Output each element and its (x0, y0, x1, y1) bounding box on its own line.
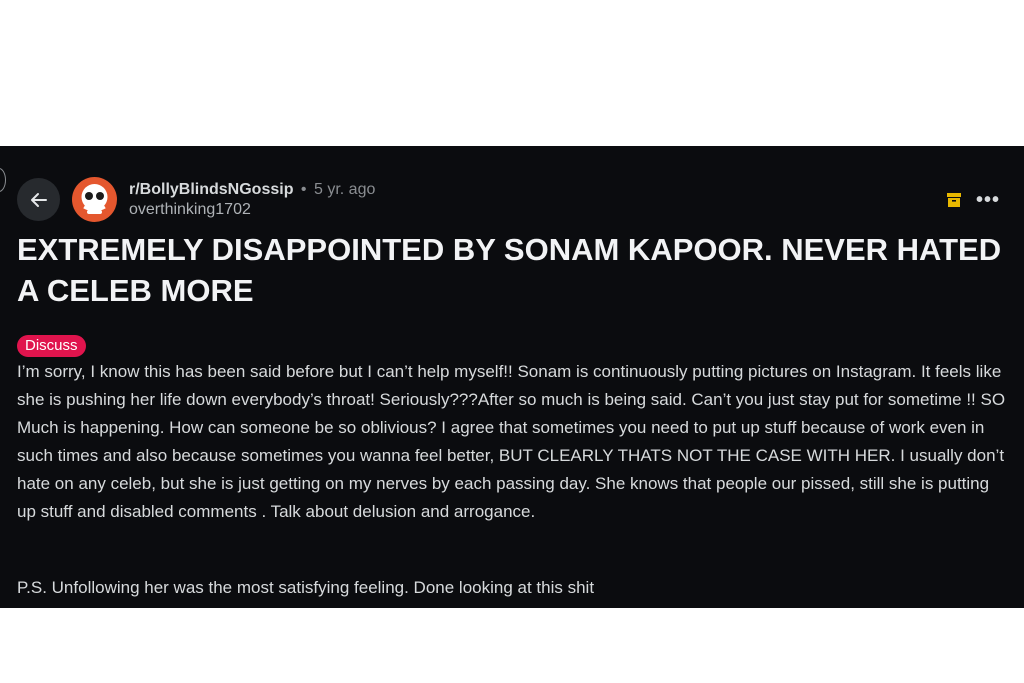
back-button[interactable] (17, 178, 60, 221)
arrow-left-icon (30, 192, 47, 207)
post-panel: r/BollyBlindsNGossip • 5 yr. ago overthi… (0, 146, 1024, 608)
post-ps: P.S. Unfollowing her was the most satisf… (17, 578, 595, 597)
author-link[interactable]: overthinking1702 (129, 200, 375, 220)
meta-separator: • (300, 181, 307, 198)
post-body: I’m sorry, I know this has been said bef… (17, 362, 1006, 521)
subreddit-link[interactable]: r/BollyBlindsNGossip (129, 181, 293, 198)
post-meta: r/BollyBlindsNGossip • 5 yr. ago overthi… (129, 180, 375, 220)
edge-fragment (0, 168, 6, 192)
archive-icon (946, 193, 961, 207)
subreddit-avatar[interactable] (72, 177, 117, 222)
post-age: 5 yr. ago (313, 181, 376, 198)
post-actions: ••• (946, 190, 1000, 210)
flair-badge[interactable]: Discuss (17, 335, 86, 357)
more-options-icon[interactable]: ••• (976, 190, 1000, 210)
post-title: EXTREMELY DISAPPOINTED BY SONAM KAPOOR. … (17, 232, 1002, 308)
subreddit-logo-icon (72, 177, 117, 222)
